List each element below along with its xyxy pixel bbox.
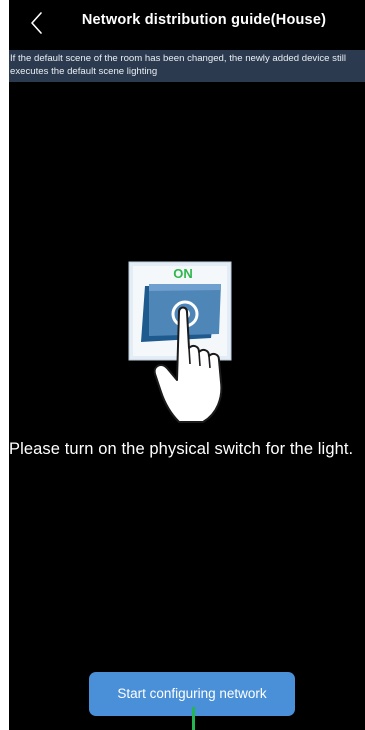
switch-illustration: ON	[127, 256, 267, 428]
chevron-left-icon	[31, 12, 42, 34]
notice-banner: If the default scene of the room has bee…	[9, 50, 365, 82]
back-button[interactable]	[23, 9, 51, 37]
light-switch-hand-icon: ON	[128, 261, 232, 423]
cursor-marker	[192, 707, 195, 730]
switch-on-label: ON	[173, 266, 193, 281]
header-bar: Network distribution guide(House)	[9, 0, 365, 46]
instruction-text: Please turn on the physical switch for t…	[9, 440, 354, 458]
app-screen: Network distribution guide(House) If the…	[9, 0, 365, 730]
page-title: Network distribution guide(House)	[81, 12, 327, 28]
